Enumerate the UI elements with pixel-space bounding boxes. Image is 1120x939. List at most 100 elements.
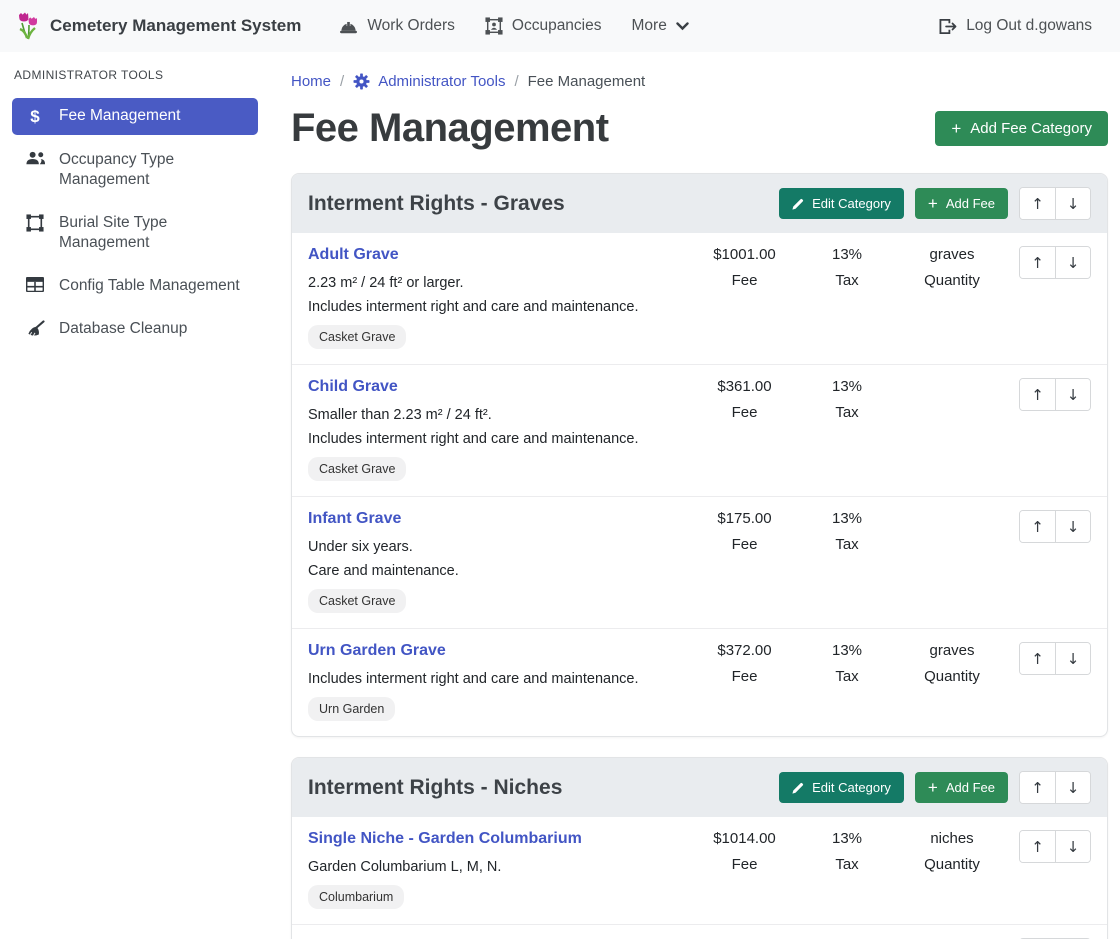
- quantity-label: Quantity: [897, 856, 1007, 873]
- fee-row: Single Niche - Garden Columbarium Garden…: [292, 817, 1107, 924]
- move-up-button[interactable]: ↑: [1020, 379, 1055, 410]
- main-content: Home /: [270, 52, 1120, 939]
- logout-button[interactable]: Log Out d.gowans: [926, 9, 1104, 43]
- move-down-button[interactable]: ↓: [1055, 379, 1090, 410]
- fee-name-link[interactable]: Adult Grave: [308, 246, 399, 264]
- fee-amount-col: $1014.00 Fee: [692, 830, 797, 873]
- move-down-button[interactable]: ↓: [1055, 188, 1090, 219]
- fee-reorder-group: ↑ ↓: [1019, 378, 1091, 411]
- move-down-button[interactable]: ↓: [1055, 643, 1090, 674]
- tulips-logo-icon: [16, 11, 40, 41]
- fee-type-badge: Urn Garden: [308, 697, 395, 721]
- tax-col: 13% Tax: [797, 246, 897, 289]
- fee-amount-col: $175.00 Fee: [692, 510, 797, 553]
- fee-description: Care and maintenance.: [308, 563, 682, 579]
- plus-icon: +: [928, 196, 938, 211]
- fee-description: Smaller than 2.23 m² / 24 ft².: [308, 407, 682, 423]
- move-up-button[interactable]: ↑: [1020, 511, 1055, 542]
- fee-reorder-group: ↑ ↓: [1019, 642, 1091, 675]
- move-down-button[interactable]: ↓: [1055, 511, 1090, 542]
- tax-col: 13% Tax: [797, 378, 897, 421]
- nav-item-label: More: [632, 17, 667, 35]
- sidebar-item-config-table-management[interactable]: Config Table Management: [12, 268, 258, 304]
- tax-value: 13%: [797, 830, 897, 847]
- fee-row: Urn Garden Grave Includes interment righ…: [292, 628, 1107, 736]
- sidebar-item-label: Fee Management: [59, 106, 181, 126]
- pencil-icon: [792, 782, 804, 794]
- broom-icon: [24, 319, 46, 337]
- nav-item-work-orders[interactable]: Work Orders: [327, 9, 467, 43]
- edit-category-button[interactable]: Edit Category: [779, 772, 904, 803]
- fee-description: Includes interment right and care and ma…: [308, 299, 682, 315]
- category-title: Interment Rights - Niches: [308, 776, 562, 800]
- top-navbar: Cemetery Management System Work Orders: [0, 0, 1120, 52]
- sidebar-item-occupancy-type-management[interactable]: Occupancy Type Management: [12, 142, 258, 198]
- table-icon: [24, 276, 46, 292]
- fee-amount: $175.00: [692, 510, 797, 527]
- nav-item-occupancies[interactable]: Occupancies: [473, 9, 614, 43]
- fee-name-link[interactable]: Single Niche - Garden Columbarium: [308, 830, 582, 848]
- vector-square-icon: [24, 213, 46, 232]
- fee-name-link[interactable]: Child Grave: [308, 378, 398, 396]
- quantity-label: Quantity: [897, 272, 1007, 289]
- fee-name-link[interactable]: Urn Garden Grave: [308, 642, 446, 660]
- fee-label: Fee: [692, 404, 797, 421]
- page-title: Fee Management: [291, 106, 609, 151]
- fee-reorder-group: ↑ ↓: [1019, 510, 1091, 543]
- move-up-button[interactable]: ↑: [1020, 772, 1055, 803]
- move-up-button[interactable]: ↑: [1020, 643, 1055, 674]
- breadcrumb-home-link[interactable]: Home: [291, 73, 331, 90]
- fee-label: Fee: [692, 668, 797, 685]
- fee-description: 2.23 m² / 24 ft² or larger.: [308, 275, 682, 291]
- move-up-button[interactable]: ↑: [1020, 831, 1055, 862]
- sidebar-item-label: Config Table Management: [59, 276, 240, 296]
- occupancy-frame-person-icon: [485, 17, 503, 35]
- nav-item-more[interactable]: More: [620, 9, 701, 43]
- fee-description: Garden Columbarium L, M, N.: [308, 859, 682, 875]
- quantity-value: graves: [897, 246, 1007, 263]
- sidebar-item-database-cleanup[interactable]: Database Cleanup: [12, 311, 258, 347]
- hard-hat-icon: [339, 18, 358, 35]
- edit-category-button[interactable]: Edit Category: [779, 188, 904, 219]
- fee-name-link[interactable]: Infant Grave: [308, 510, 401, 528]
- tax-value: 13%: [797, 378, 897, 395]
- fee-row: Infant Grave Under six years. Care and m…: [292, 496, 1107, 628]
- fee-amount: $1014.00: [692, 830, 797, 847]
- tax-col: 13% Tax: [797, 510, 897, 553]
- add-fee-button[interactable]: + Add Fee: [915, 188, 1008, 219]
- edit-category-label: Edit Category: [812, 196, 891, 211]
- fee-amount-col: $372.00 Fee: [692, 642, 797, 685]
- move-up-button[interactable]: ↑: [1020, 188, 1055, 219]
- move-down-button[interactable]: ↓: [1055, 247, 1090, 278]
- tax-value: 13%: [797, 246, 897, 263]
- quantity-col: graves Quantity: [897, 642, 1007, 685]
- fee-type-badge: Casket Grave: [308, 457, 406, 481]
- fee-reorder-group: ↑ ↓: [1019, 830, 1091, 863]
- breadcrumb-separator: /: [514, 73, 518, 90]
- category-header: Interment Rights - Niches Edit Category …: [292, 758, 1107, 817]
- app-title: Cemetery Management System: [50, 16, 301, 36]
- quantity-col: niches Quantity: [897, 830, 1007, 873]
- sidebar-item-label: Burial Site Type Management: [59, 213, 246, 253]
- category-header: Interment Rights - Graves Edit Category …: [292, 174, 1107, 233]
- add-fee-category-button[interactable]: + Add Fee Category: [935, 111, 1108, 146]
- tax-label: Tax: [797, 272, 897, 289]
- move-down-button[interactable]: ↓: [1055, 772, 1090, 803]
- move-down-button[interactable]: ↓: [1055, 831, 1090, 862]
- tax-value: 13%: [797, 510, 897, 527]
- users-icon: [24, 150, 46, 166]
- sidebar-item-fee-management[interactable]: $ Fee Management: [12, 98, 258, 135]
- move-up-button[interactable]: ↑: [1020, 247, 1055, 278]
- sidebar-heading: ADMINISTRATOR TOOLS: [14, 68, 256, 82]
- tax-label: Tax: [797, 536, 897, 553]
- fee-reorder-group: ↑ ↓: [1019, 246, 1091, 279]
- nav-item-label: Work Orders: [367, 17, 455, 35]
- chevron-down-icon: [676, 22, 689, 31]
- add-fee-button[interactable]: + Add Fee: [915, 772, 1008, 803]
- fee-label: Fee: [692, 272, 797, 289]
- tax-label: Tax: [797, 404, 897, 421]
- sidebar-item-burial-site-type-management[interactable]: Burial Site Type Management: [12, 205, 258, 261]
- fee-amount-col: $1001.00 Fee: [692, 246, 797, 289]
- breadcrumb-admin-tools-link[interactable]: Administrator Tools: [378, 73, 505, 90]
- add-fee-category-label: Add Fee Category: [970, 120, 1092, 137]
